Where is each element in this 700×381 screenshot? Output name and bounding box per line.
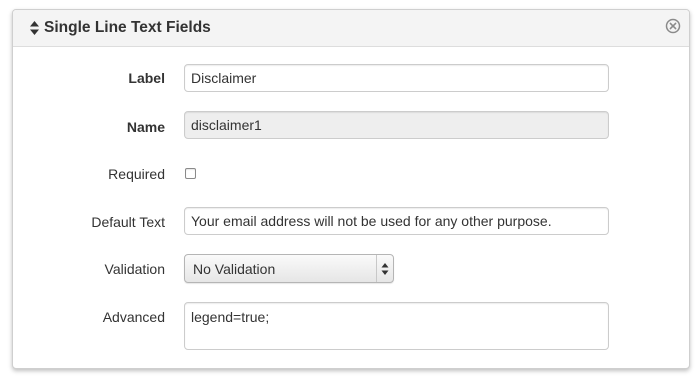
label-input[interactable] — [184, 64, 609, 92]
default-text-input[interactable] — [184, 207, 609, 235]
label-field-label: Label — [128, 70, 165, 86]
sort-icon[interactable] — [30, 21, 39, 35]
validation-selected-value: No Validation — [193, 261, 276, 277]
panel-title: Single Line Text Fields — [44, 19, 211, 36]
name-input[interactable] — [184, 111, 609, 139]
advanced-textarea[interactable]: legend=true; — [184, 302, 609, 350]
field-settings-panel: Single Line Text Fields Label Name Requi… — [12, 9, 690, 369]
required-checkbox[interactable] — [185, 168, 196, 179]
required-field-label: Required — [108, 166, 165, 182]
select-arrows-icon — [376, 255, 393, 282]
default-text-field-label: Default Text — [91, 214, 165, 230]
close-icon[interactable] — [665, 18, 681, 34]
validation-select[interactable]: No Validation — [184, 254, 394, 283]
panel-header: Single Line Text Fields — [13, 10, 689, 47]
advanced-field-label: Advanced — [102, 309, 165, 325]
name-field-label: Name — [126, 119, 165, 135]
validation-field-label: Validation — [104, 261, 165, 277]
